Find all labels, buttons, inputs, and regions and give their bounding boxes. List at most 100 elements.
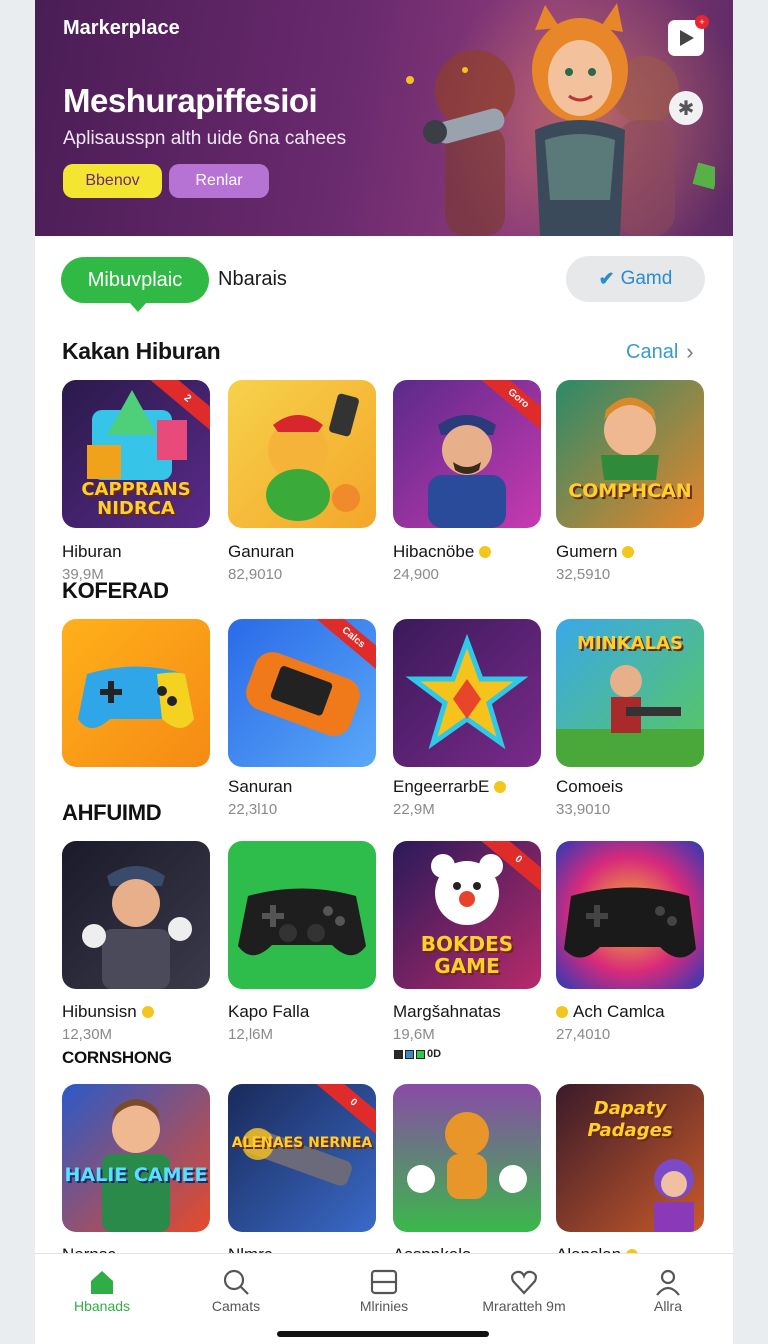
star-icon [405,633,529,750]
see-all-label: Canal [626,340,679,363]
game-art-cop [82,866,192,989]
game-tile[interactable]: MINKALAS [556,619,704,767]
game-name: Ganuran [228,542,295,561]
tile-title-text: BOKDES GAME [420,932,514,978]
search-icon [223,1269,249,1295]
game-tile[interactable]: Goro [393,380,541,528]
game-name: Hibacnöbe [393,542,492,562]
hero-primary-button[interactable]: Bbenov [63,164,162,198]
game-count: 82,9010 [228,566,283,583]
tile-title-text: MINKALAS [577,633,683,654]
badge-square-icon [405,1049,414,1059]
game-art-boy [102,1099,170,1232]
game-count: 19,6M [393,1026,435,1043]
nav-label: Mlrinies [359,1298,409,1314]
game-count: 32,5910 [556,566,611,583]
play-icon [680,30,694,46]
game-filter-button[interactable]: ✔ Gamd [566,256,705,302]
game-tile[interactable] [228,380,376,528]
game-tile[interactable] [228,841,376,989]
game-tile[interactable] [393,1084,541,1232]
game-art-hero [601,397,659,480]
game-count: 33,9010 [556,801,611,818]
hero-characters-illustration [406,3,715,236]
game-name: Gumern [556,542,635,562]
notification-dot-icon: + [695,15,709,29]
hero-title: Meshurapiffesioi [63,82,318,119]
app-screen: Markerplace Meshurapiffesioi Aplisausspn… [35,0,733,1344]
check-icon: ✔ [598,268,615,290]
coin-icon [494,781,507,793]
coin-icon [141,1006,154,1018]
heart-icon [511,1270,537,1295]
game-count: 24,900 [393,566,439,583]
inbox-icon [370,1269,398,1295]
game-tile[interactable] [62,619,210,767]
game-count: 22,3l10 [228,801,278,818]
play-store-button[interactable]: + [668,15,709,56]
gamepad-icon [238,888,366,956]
hero-secondary-button[interactable]: Renlar [169,164,269,198]
game-name: Sanuran [228,777,293,796]
chevron-right-icon: › [686,339,694,364]
nav-label: Camats [211,1298,261,1314]
hero-subtitle: Aplisausspn alth uide 6na cahees [63,128,347,149]
user-icon [656,1269,680,1296]
nav-item-inbox[interactable]: Mlrinies [329,1266,439,1314]
game-tile[interactable]: COMPHCAN [556,380,704,528]
tile-title-text: COMPHCAN [568,480,692,502]
game-tile[interactable]: 2 CAPPRANS NIDRCA [62,380,210,528]
game-tile[interactable]: Dapaty Padages [556,1084,704,1232]
coin-icon [556,1006,568,1018]
tab-marketplace-active[interactable]: Mibuvplaic [61,257,209,312]
game-tile[interactable]: HALIE CAMEE [62,1084,210,1232]
game-tile[interactable]: Calcs [228,619,376,767]
game-count: 12,l6M [228,1026,274,1043]
nav-item-profile[interactable]: Allra [613,1266,723,1314]
tile-title-text: HALIE CAMEE [64,1164,208,1186]
game-count: 12,30M [62,1026,113,1043]
section-title: Kakan Hiburan [62,338,221,364]
nav-label: Mraratteh 9m [482,1298,566,1314]
nav-label: Allra [653,1298,682,1314]
badge-square-icon [394,1049,403,1059]
settings-button[interactable]: ✱ [669,91,703,125]
home-indicator[interactable] [277,1331,489,1337]
row-label-2: AHFUIMD [62,800,162,825]
tile-title-text: ALENAES NERNEA [231,1135,373,1151]
gamepad-icon [564,887,696,958]
coin-icon [622,546,635,558]
game-name: Hiburan [62,542,122,561]
tile-title-text: Dapaty Padages [587,1098,673,1141]
see-all-link[interactable]: Canal › [626,339,694,365]
badge-text: 0D [427,1048,442,1060]
game-filter-label: Gamd [620,268,673,289]
game-count: 27,4010 [556,1026,611,1043]
nav-item-favorites[interactable]: Mraratteh 9m [469,1266,579,1314]
game-tile[interactable]: 0 BOKDES GAME [393,841,541,989]
row-label-3: CORNSHONG [62,1048,172,1067]
asterisk-icon: ✱ [677,97,695,120]
game-count: 39,9M [62,566,104,583]
game-count: 22,9M [393,801,435,818]
marketplace-label: Markerplace [63,17,180,39]
game-tile[interactable] [556,841,704,989]
game-name: Comoeis [556,777,624,796]
coin-icon [479,546,492,558]
game-tile[interactable]: 0 ALENAES NERNEA [228,1084,376,1232]
game-art-mascot [266,393,360,521]
game-name: Kapo Falla [228,1002,310,1021]
game-name: Margšahnatas [393,1002,501,1021]
gamepad-icon [78,666,194,728]
nav-item-search[interactable]: Camats [181,1266,291,1314]
game-name: EngeerrarbE [393,777,507,797]
hero-banner[interactable]: Markerplace Meshurapiffesioi Aplisausspn… [35,0,733,236]
home-icon [91,1271,113,1294]
nav-item-home[interactable]: Hbanads [47,1266,157,1314]
game-tile[interactable] [393,619,541,767]
game-tile[interactable] [62,841,210,989]
tile-title-text: CAPPRANS NIDRCA [81,479,191,519]
badge-square-icon [416,1049,425,1059]
tab-other[interactable]: Nbarais [218,268,287,291]
rating-badges: 0D [394,1048,441,1060]
